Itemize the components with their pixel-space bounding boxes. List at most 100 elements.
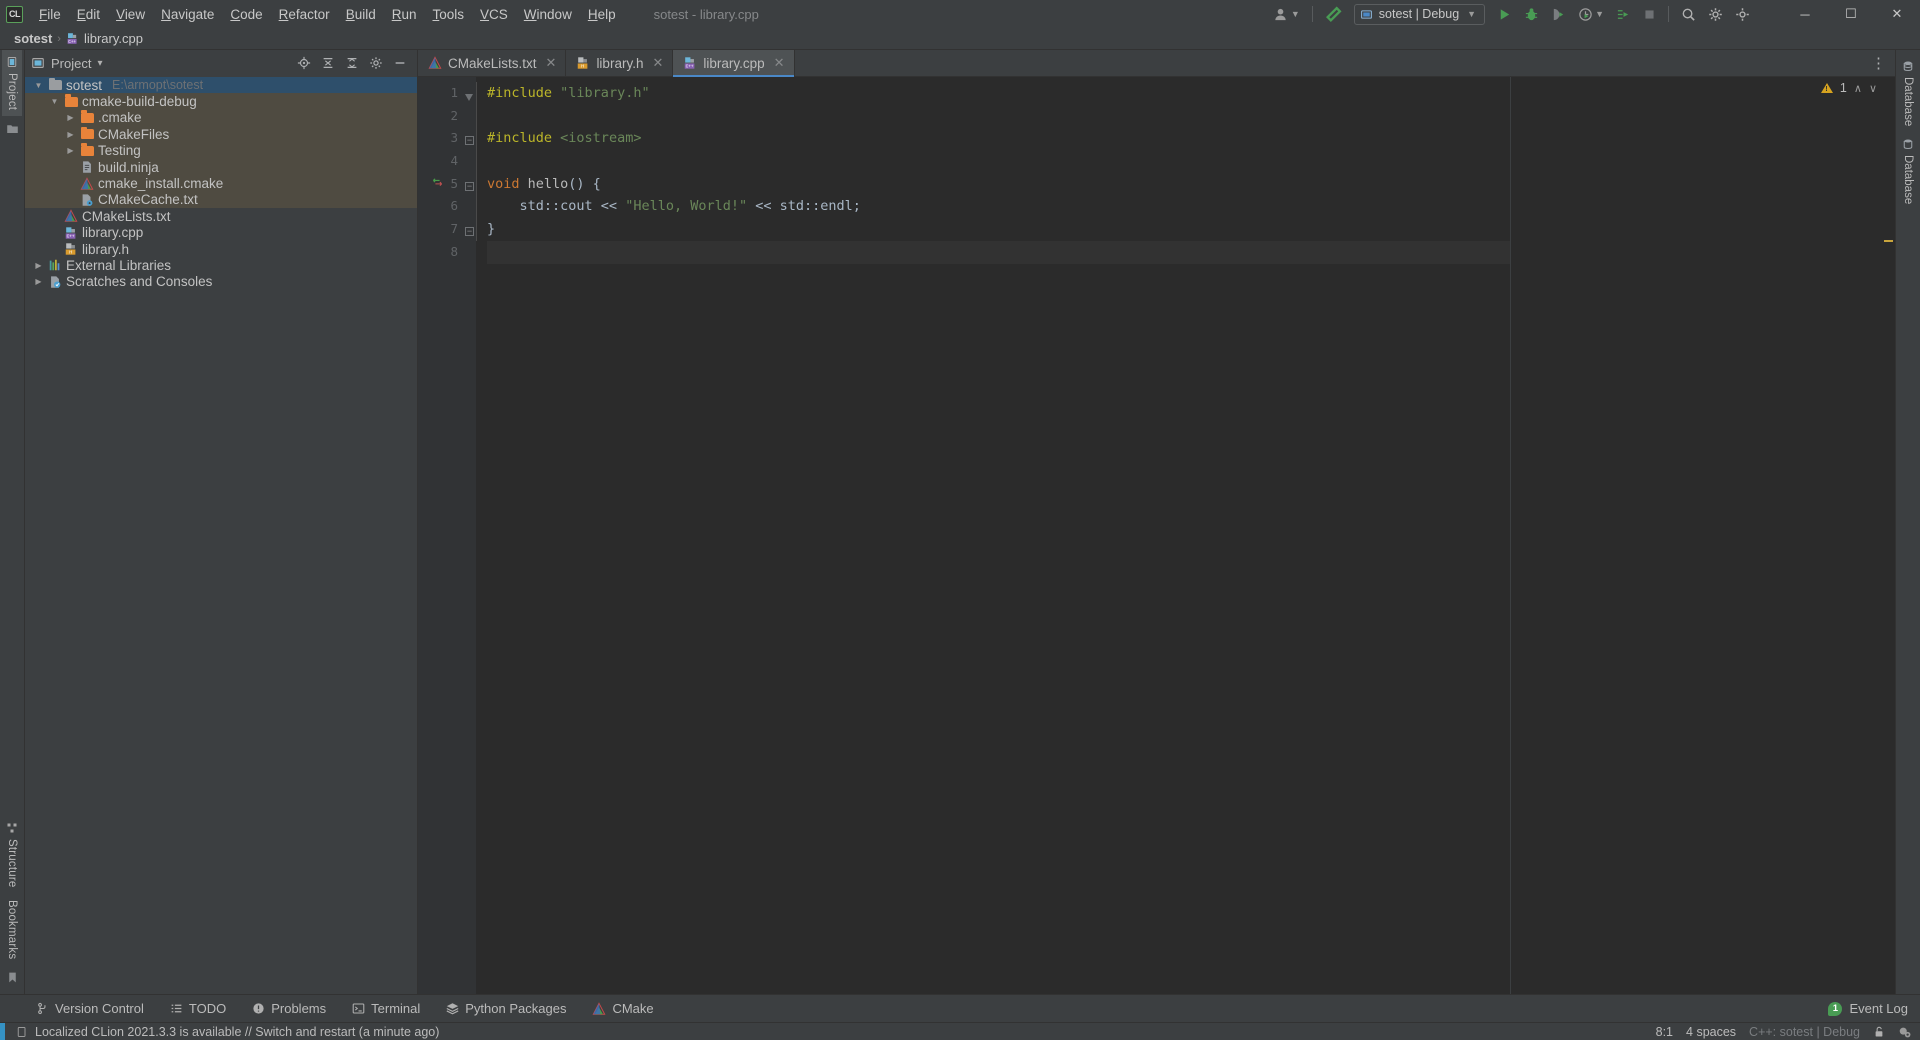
editor-tab-library-cpp[interactable]: C++ library.cpp ✕ [673, 50, 795, 77]
tree-expand-arrow[interactable]: ▼ [33, 80, 44, 91]
sidebar-item-database[interactable]: Database [1898, 54, 1918, 132]
code-content[interactable]: #include "library.h" #include <iostream>… [476, 77, 1510, 994]
collapse-all-icon[interactable] [320, 56, 335, 71]
profiler-button[interactable]: ▼ [1578, 7, 1604, 22]
menu-item-tools[interactable]: Tools [425, 4, 473, 25]
more-gear-icon[interactable] [1735, 7, 1750, 22]
menu-item-window[interactable]: Window [516, 4, 580, 25]
maximize-button[interactable]: ☐ [1828, 0, 1874, 28]
editor-tab-cmakelists-txt[interactable]: CMakeLists.txt ✕ [418, 50, 567, 76]
fold-collapse-icon[interactable] [465, 94, 473, 102]
tree-item-cmakefiles[interactable]: ▶ CMakeFiles [25, 126, 417, 143]
tree-item-cmake-build-debug[interactable]: ▼ cmake-build-debug [25, 93, 417, 110]
tree-expand-arrow[interactable] [49, 211, 60, 222]
tree-expand-arrow[interactable] [49, 227, 60, 238]
close-button[interactable]: ✕ [1874, 0, 1920, 28]
debug-bug-icon[interactable] [1524, 7, 1539, 22]
project-panel-title[interactable]: Project ▾ [31, 56, 290, 71]
search-icon[interactable] [1681, 7, 1696, 22]
tree-expand-arrow[interactable]: ▶ [65, 129, 76, 140]
menu-item-code[interactable]: Code [222, 4, 270, 25]
sidebar-item-database-2[interactable]: Database [1898, 132, 1918, 210]
tree-expand-arrow[interactable]: ▶ [65, 145, 76, 156]
code-folding-gutter[interactable]: − − − [465, 77, 476, 994]
breadcrumb-project[interactable]: sotest [14, 31, 52, 46]
inspections-widget[interactable]: 1 ∧ ∨ [1820, 81, 1877, 95]
language-config[interactable]: C++: sotest | Debug [1749, 1025, 1860, 1039]
sidebar-item-todo-icon[interactable] [6, 965, 19, 990]
editor-tab-library-h[interactable]: Hlibrary.h ✕ [566, 50, 674, 76]
unlock-icon[interactable] [1873, 1026, 1885, 1038]
run-configuration-selector[interactable]: sotest | Debug ▼ [1353, 3, 1486, 25]
tree-item-cmakecache.txt[interactable]: CMakeCache.txt [25, 191, 417, 209]
tool-window-python-packages[interactable]: Python Packages [446, 1001, 566, 1016]
tab-close-icon[interactable]: ✕ [774, 55, 785, 71]
menu-item-edit[interactable]: Edit [69, 4, 108, 25]
menu-item-file[interactable]: File [31, 4, 69, 25]
fold-collapse-icon[interactable]: − [465, 227, 474, 237]
tree-expand-arrow[interactable] [65, 178, 76, 189]
sidebar-item-bookmarks[interactable]: Bookmarks [2, 894, 22, 965]
tree-expand-arrow[interactable]: ▶ [33, 260, 44, 271]
hammer-icon[interactable] [1325, 5, 1342, 23]
chevron-down-icon[interactable]: ▾ [97, 58, 102, 69]
tab-close-icon[interactable]: ✕ [546, 55, 557, 71]
gear-icon[interactable] [1708, 7, 1723, 22]
menu-item-refactor[interactable]: Refactor [271, 4, 338, 25]
tree-item-cmakelists.txt[interactable]: CMakeLists.txt [25, 208, 417, 224]
tree-expand-arrow[interactable] [65, 162, 76, 173]
sidebar-item-commit[interactable] [6, 116, 19, 141]
tool-window-terminal[interactable]: Terminal [352, 1001, 420, 1016]
tab-close-icon[interactable]: ✕ [652, 55, 663, 71]
status-message[interactable]: Localized CLion 2021.3.3 is available //… [35, 1025, 439, 1039]
tree-expand-arrow[interactable]: ▶ [65, 112, 76, 123]
run-play-icon[interactable] [1497, 7, 1512, 22]
minimize-button[interactable]: ─ [1782, 0, 1828, 28]
tree-expand-arrow[interactable] [49, 244, 60, 255]
tree-expand-arrow[interactable] [65, 194, 76, 205]
account-button[interactable]: ▼ [1273, 7, 1300, 22]
tree-item-external-libraries[interactable]: ▶ External Libraries [25, 257, 417, 273]
stop-icon[interactable] [1643, 8, 1656, 21]
implementation-marker-icon[interactable] [432, 177, 443, 188]
tree-item-build.ninja[interactable]: build.ninja [25, 158, 417, 176]
next-highlight-icon[interactable]: ∨ [1869, 82, 1877, 95]
tree-expand-arrow[interactable]: ▶ [33, 276, 44, 287]
notification-icon[interactable] [16, 1026, 28, 1038]
tool-window-version-control[interactable]: Version Control [36, 1001, 144, 1016]
fold-collapse-icon[interactable]: − [465, 181, 474, 191]
previous-highlight-icon[interactable]: ∧ [1854, 82, 1862, 95]
error-stripe-rail[interactable] [1881, 77, 1895, 994]
locate-icon[interactable] [296, 56, 311, 71]
tree-item-testing[interactable]: ▶ Testing [25, 142, 417, 159]
settings-icon[interactable] [368, 56, 383, 71]
tool-window-problems[interactable]: Problems [252, 1001, 326, 1016]
inspection-eye-icon[interactable] [1898, 1025, 1912, 1039]
menu-item-help[interactable]: Help [580, 4, 624, 25]
attach-profile-icon[interactable] [1551, 7, 1566, 22]
tool-window-cmake[interactable]: CMake [592, 1001, 654, 1016]
tree-expand-arrow[interactable]: ▼ [49, 96, 60, 107]
tree-item-scratches-and-consoles[interactable]: ▶ Scratches and Consoles [25, 274, 417, 290]
sidebar-item-project[interactable]: Project [2, 50, 22, 117]
hide-icon[interactable] [392, 56, 407, 71]
indent-setting[interactable]: 4 spaces [1686, 1025, 1736, 1039]
tree-item-sotest[interactable]: ▼ sotest E:\armopt\sotest [25, 77, 417, 94]
expand-all-icon[interactable] [344, 56, 359, 71]
project-tree[interactable]: ▼ sotest E:\armopt\sotest ▼ cmake-build-debu… [25, 76, 417, 994]
run-coverage-icon[interactable] [1616, 7, 1631, 22]
tab-options-button[interactable]: ⋮ [1871, 50, 1895, 76]
menu-item-run[interactable]: Run [384, 4, 425, 25]
menu-item-build[interactable]: Build [338, 4, 384, 25]
tool-window-todo[interactable]: TODO [170, 1001, 226, 1016]
fold-collapse-icon[interactable]: − [465, 136, 474, 146]
sidebar-item-structure[interactable]: Structure [2, 816, 22, 893]
tree-item-library.h[interactable]: Hlibrary.h [25, 241, 417, 257]
tree-item-library.cpp[interactable]: C++ library.cpp [25, 225, 417, 241]
event-log-button[interactable]: 1 Event Log [1828, 1001, 1920, 1016]
caret-position[interactable]: 8:1 [1656, 1025, 1673, 1039]
warning-stripe-mark[interactable] [1884, 240, 1893, 242]
tree-item-cmake_install.cmake[interactable]: cmake_install.cmake [25, 175, 417, 192]
breadcrumb-file[interactable]: C++ library.cpp [66, 31, 143, 46]
code-editor[interactable]: 1 2 3 4 5 6 7 8 − − − #include "library.h" #inclu… [418, 77, 1895, 994]
